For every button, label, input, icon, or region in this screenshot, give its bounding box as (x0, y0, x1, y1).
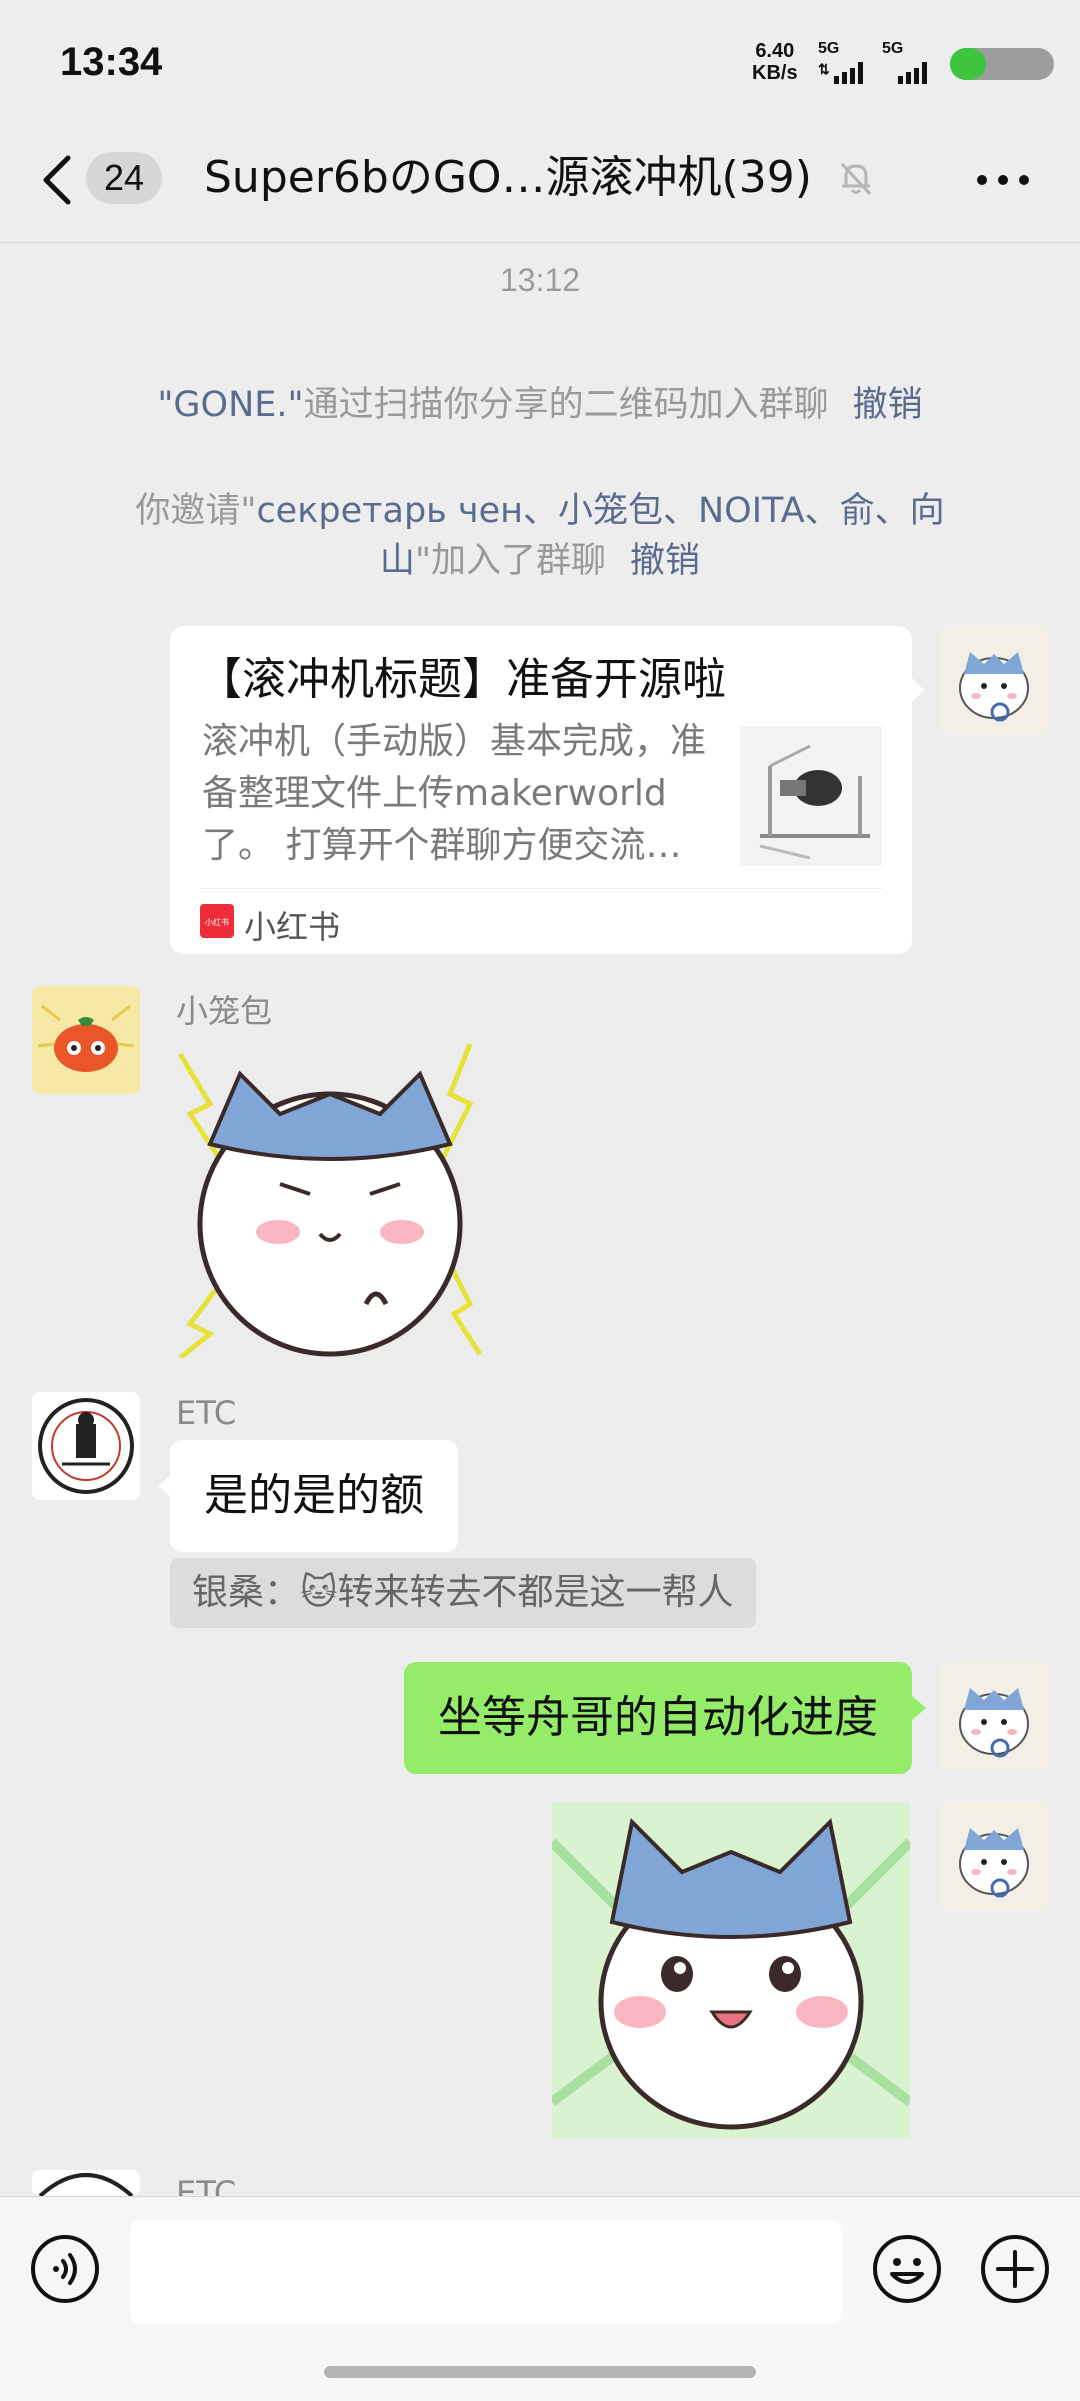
link-card-thumbnail (740, 726, 882, 866)
chat-title[interactable]: Super6bのGO…源滚冲机(39) (204, 148, 812, 208)
etc-avatar[interactable] (32, 2170, 140, 2196)
signal-bars-icon: ⇅ (818, 61, 863, 84)
system-message-invite: 你邀请"секретарь чен、小笼包、NOITA、俞、向 山"加入了群聊撤… (0, 486, 1080, 586)
revoke-link[interactable]: 撤销 (853, 385, 923, 425)
bell-off-icon (840, 162, 872, 196)
sim2-signal-icon: 5G (882, 40, 927, 84)
xiaolongbao-avatar[interactable] (32, 986, 140, 1094)
invited-users-link[interactable]: 山 (380, 541, 415, 581)
battery-fill (950, 48, 986, 80)
link-card-divider (200, 888, 882, 889)
my-text-message-bubble[interactable]: 坐等舟哥的自动化进度 (404, 1662, 926, 1774)
network-speed-value: 6.40 (755, 40, 795, 62)
bubble-tail (912, 1696, 926, 1720)
link-card-description: 滚冲机（手动版）基本完成，准备整理文件上传makerworld了。 打算开个群聊… (202, 721, 707, 866)
system-text: 通过扫描你分享的二维码加入群聊 (303, 385, 829, 425)
message-input[interactable] (130, 2220, 842, 2324)
system-user-link[interactable]: "GONE." (157, 385, 303, 425)
sim2-label: 5G (882, 40, 904, 57)
text-message-bubble[interactable]: 是的是的额 (158, 1440, 458, 1552)
sim1-signal-icon: 5G ⇅ (818, 40, 863, 84)
message-text: 是的是的额 (204, 1470, 424, 1521)
sender-name: ETC (176, 1394, 237, 1432)
voice-input-icon[interactable] (30, 2234, 100, 2304)
bubble-tail (910, 676, 924, 704)
link-card-source: 小红书 (244, 908, 341, 946)
chevron-left-icon[interactable] (38, 150, 78, 210)
system-message-join: "GONE."通过扫描你分享的二维码加入群聊 撤销 (0, 380, 1080, 430)
message-timestamp: 13:12 (499, 262, 581, 298)
status-bar: 13:34 6.40 KB/s 5G ⇅ 5G (0, 0, 1080, 120)
revoke-link[interactable]: 撤销 (630, 541, 700, 581)
network-speed: 6.40 KB/s (752, 40, 798, 84)
signal-bars-icon (898, 62, 927, 84)
link-card-title: 【滚冲机标题】准备开源啦 (198, 654, 726, 705)
invited-users-link[interactable]: секретарь чен、小笼包、NOITA、俞、向 (256, 491, 944, 531)
battery-icon (950, 48, 1054, 80)
system-text: "加入了群聊 (414, 541, 607, 581)
xiaohongshu-icon: 小红书 (200, 904, 234, 938)
my-avatar[interactable] (940, 626, 1048, 734)
emoji-icon[interactable] (872, 2234, 942, 2304)
quoted-message[interactable]: 银桑：🐱转来转去不都是这一帮人 (170, 1558, 756, 1628)
link-card-message[interactable]: 【滚冲机标题】准备开源啦 滚冲机（手动版）基本完成，准备整理文件上传makerw… (170, 626, 912, 954)
ellipsis-icon[interactable] (976, 170, 1030, 190)
sender-name: 小笼包 (176, 992, 273, 1030)
sender-name: ETC (176, 2174, 237, 2196)
network-speed-unit: KB/s (752, 62, 798, 84)
bubble-tail (158, 1474, 172, 1498)
cat-sticker-image[interactable] (552, 1802, 910, 2138)
status-time: 13:34 (60, 40, 163, 84)
unread-count-badge[interactable]: 24 (86, 152, 162, 204)
plus-icon[interactable] (980, 2234, 1050, 2304)
svg-text:⇅: ⇅ (818, 61, 830, 77)
system-text: 你邀请" (135, 491, 257, 531)
sim1-label: 5G (818, 40, 840, 57)
my-avatar[interactable] (940, 1802, 1048, 1910)
etc-avatar[interactable] (32, 1392, 140, 1500)
xiaohongshu-logo-text: 小红书 (205, 917, 229, 927)
message-text: 坐等舟哥的自动化进度 (438, 1692, 878, 1743)
my-avatar[interactable] (940, 1662, 1048, 1770)
cat-sticker-image[interactable] (170, 1034, 494, 1358)
home-indicator[interactable] (324, 2366, 756, 2378)
